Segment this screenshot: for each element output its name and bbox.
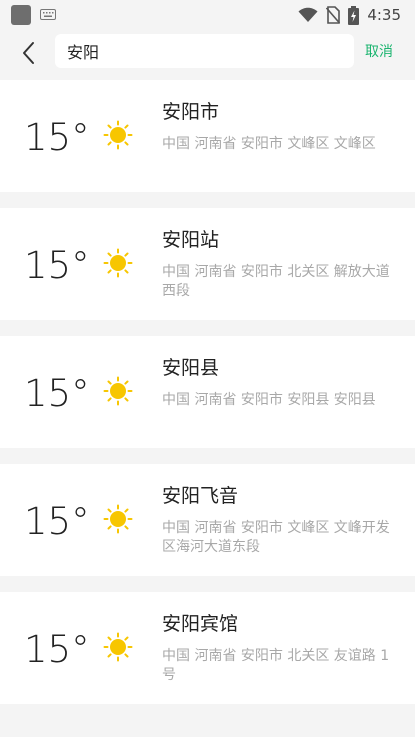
location-address: 中国 河南省 安阳市 文峰区 文峰开发区海河大道东段: [162, 520, 390, 555]
result-item[interactable]: 15° 安阳市 中国 河南省 安阳市 文峰区 文峰区: [0, 80, 415, 192]
cancel-button[interactable]: 取消: [365, 41, 393, 61]
sun-icon: [103, 504, 133, 534]
temperature: 15°: [24, 500, 90, 543]
temperature: 15°: [24, 372, 90, 415]
location-address: 中国 河南省 安阳市 北关区 解放大道西段: [162, 264, 390, 299]
sun-icon: [103, 632, 133, 662]
status-bar: 4:35: [0, 0, 415, 30]
location-address: 中国 河南省 安阳市 安阳县 安阳县: [162, 392, 376, 408]
battery-charging-icon: [348, 5, 360, 25]
back-arrow-icon[interactable]: [20, 41, 38, 65]
no-sim-icon: [326, 6, 341, 24]
wifi-icon: [298, 7, 318, 22]
clock: 4:35: [367, 6, 401, 24]
result-item[interactable]: 15° 安阳宾馆 中国 河南省 安阳市 北关区 友谊路 1号: [0, 592, 415, 704]
sun-icon: [103, 120, 133, 150]
keyboard-icon: [40, 9, 56, 20]
result-item[interactable]: 15° 安阳站 中国 河南省 安阳市 北关区 解放大道西段: [0, 208, 415, 320]
sun-icon: [103, 248, 133, 278]
location-name: 安阳县: [162, 357, 220, 379]
location-name: 安阳飞音: [162, 485, 239, 507]
sun-icon: [103, 376, 133, 406]
temperature: 15°: [24, 116, 90, 159]
location-name: 安阳市: [162, 101, 220, 123]
search-bar: 取消: [0, 30, 415, 76]
location-name: 安阳站: [162, 229, 220, 251]
temperature: 15°: [24, 628, 90, 671]
result-item[interactable]: 15° 安阳县 中国 河南省 安阳市 安阳县 安阳县: [0, 336, 415, 448]
app-icon: [11, 5, 31, 25]
search-input[interactable]: [55, 34, 354, 68]
location-name: 安阳宾馆: [162, 613, 239, 635]
status-icons: 4:35: [298, 4, 401, 26]
temperature: 15°: [24, 244, 90, 287]
location-address: 中国 河南省 安阳市 北关区 友谊路 1号: [162, 648, 390, 683]
result-item[interactable]: 15° 安阳飞音 中国 河南省 安阳市 文峰区 文峰开发区海河大道东段: [0, 464, 415, 576]
location-address: 中国 河南省 安阳市 文峰区 文峰区: [162, 136, 376, 152]
